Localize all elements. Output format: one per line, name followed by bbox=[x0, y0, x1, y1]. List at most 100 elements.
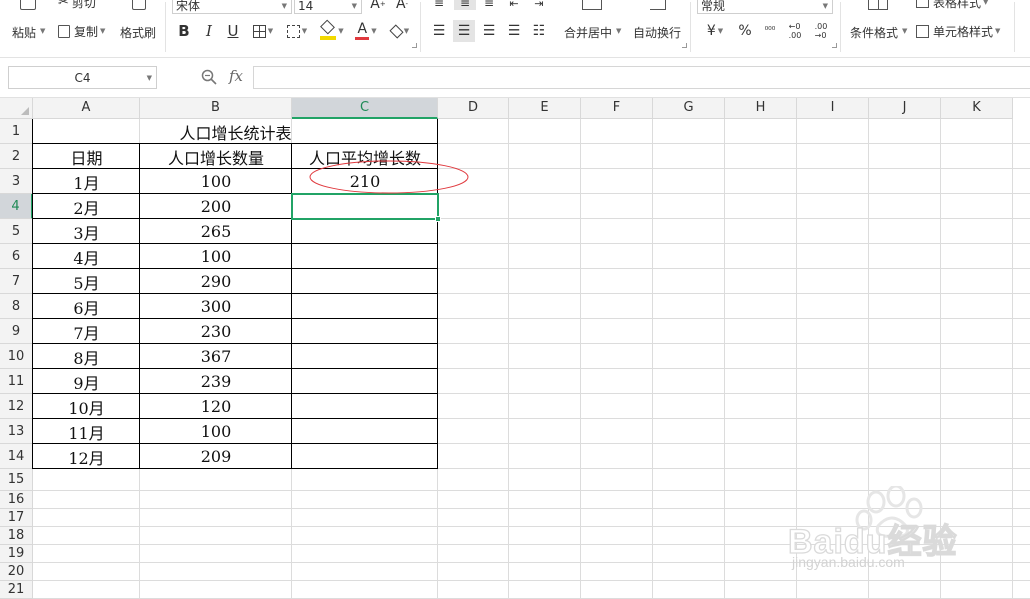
merge-center-label: 合并居中 bbox=[564, 26, 613, 40]
row-header-9[interactable]: 9 bbox=[0, 319, 33, 344]
align-bottom-button[interactable]: ≡ bbox=[480, 0, 498, 10]
row-header-7[interactable]: 7 bbox=[0, 269, 33, 294]
column-header-g[interactable]: G bbox=[653, 98, 725, 119]
table-style-button[interactable]: 表格样式 ▼ bbox=[916, 0, 988, 10]
name-box-dropdown-icon[interactable]: ▼ bbox=[147, 74, 152, 82]
cut-button[interactable]: ✂ 剪切 bbox=[58, 0, 96, 10]
number-group-launcher[interactable] bbox=[832, 43, 837, 48]
table-style-label: 表格样式 bbox=[933, 0, 982, 10]
font-name-select[interactable]: 宋体 ▼ bbox=[172, 0, 292, 14]
decrease-decimal-icon: .00 →0 bbox=[814, 22, 828, 40]
decrease-decimal-button[interactable]: .00 →0 bbox=[810, 20, 832, 42]
row-header-16[interactable]: 16 bbox=[0, 491, 33, 509]
row-header-13[interactable]: 13 bbox=[0, 419, 33, 444]
row-header-8[interactable]: 8 bbox=[0, 294, 33, 319]
cell-average bbox=[292, 269, 438, 294]
row-header-20[interactable]: 20 bbox=[0, 563, 33, 581]
row-header-12[interactable]: 12 bbox=[0, 394, 33, 419]
wrap-text-button[interactable]: 自动换行 bbox=[630, 0, 688, 52]
alignment-group-launcher[interactable] bbox=[682, 43, 687, 48]
formula-input[interactable] bbox=[253, 66, 1030, 89]
currency-icon: ¥ bbox=[706, 23, 716, 39]
align-center-button[interactable]: ☰ bbox=[453, 20, 475, 42]
align-right-button[interactable]: ☰ bbox=[480, 21, 498, 41]
row-header-4[interactable]: 4 bbox=[0, 194, 33, 219]
copy-dropdown-icon[interactable]: ▼ bbox=[100, 27, 105, 35]
align-middle-button[interactable]: ≡ bbox=[454, 0, 476, 10]
decrease-indent-button[interactable]: ⇤ bbox=[505, 0, 523, 10]
row-header-1[interactable]: 1 bbox=[0, 119, 33, 144]
underline-button[interactable]: U bbox=[225, 21, 241, 41]
fill-color-button[interactable]: ▼ bbox=[318, 19, 346, 42]
italic-button[interactable]: I bbox=[201, 21, 217, 41]
column-header-d[interactable]: D bbox=[438, 98, 509, 119]
column-header-b[interactable]: B bbox=[140, 98, 292, 119]
paste-dropdown-icon[interactable]: ▼ bbox=[40, 27, 45, 35]
copy-icon bbox=[58, 24, 70, 38]
increase-indent-button[interactable]: ⇥ bbox=[530, 0, 548, 10]
conditional-format-button[interactable]: 条件格式 ▼ bbox=[846, 0, 908, 52]
fill-handle[interactable] bbox=[435, 216, 441, 222]
align-left-button[interactable]: ☰ bbox=[430, 21, 448, 41]
align-top-button[interactable]: ≡ bbox=[430, 0, 448, 10]
number-format-select[interactable]: 常规 ▼ bbox=[697, 0, 833, 14]
row-header-19[interactable]: 19 bbox=[0, 545, 33, 563]
cell-style-button[interactable]: 单元格样式 ▼ bbox=[916, 22, 1000, 40]
column-header-e[interactable]: E bbox=[509, 98, 581, 119]
row-header-11[interactable]: 11 bbox=[0, 369, 33, 394]
percent-button[interactable]: % bbox=[736, 21, 754, 41]
row-header-2[interactable]: 2 bbox=[0, 144, 33, 169]
column-header-c[interactable]: C bbox=[292, 98, 438, 119]
paste-button[interactable]: 粘贴 ▼ bbox=[6, 0, 46, 52]
column-header-i[interactable]: I bbox=[797, 98, 869, 119]
row-header-17[interactable]: 17 bbox=[0, 509, 33, 527]
font-group-launcher[interactable] bbox=[412, 43, 417, 48]
font-size-select[interactable]: 14 ▼ bbox=[294, 0, 362, 14]
merge-center-button[interactable]: 合并居中 ▼ bbox=[560, 0, 624, 52]
column-header-a[interactable]: A bbox=[33, 98, 140, 119]
table-border-vertical bbox=[32, 119, 33, 469]
increase-decimal-button[interactable]: ←0.00 bbox=[784, 20, 806, 42]
row-header-5[interactable]: 5 bbox=[0, 219, 33, 244]
zoom-search-icon[interactable] bbox=[200, 68, 218, 86]
insert-function-button[interactable]: fx bbox=[229, 67, 243, 85]
row-header-10[interactable]: 10 bbox=[0, 344, 33, 369]
thousands-separator-button[interactable]: ⁰⁰⁰ bbox=[760, 21, 780, 41]
row-header-18[interactable]: 18 bbox=[0, 527, 33, 545]
baidu-watermark: Baidu经验 jingyan.baidu.com bbox=[787, 486, 978, 572]
font-color-icon: A bbox=[355, 22, 370, 40]
table-border-horizontal bbox=[33, 393, 438, 394]
spreadsheet-grid[interactable]: ABCDEFGHIJK 1 2 3 4 5 6 7 8 9 10 11 12 13 14 15 16 17 18 1… bbox=[0, 98, 1030, 599]
cell-month: 11月 bbox=[68, 423, 105, 443]
font-color-button[interactable]: A ▼ bbox=[352, 20, 380, 42]
borders-button[interactable]: ▼ bbox=[250, 22, 276, 40]
column-header-k[interactable]: K bbox=[941, 98, 1013, 119]
row-header-21[interactable]: 21 bbox=[0, 581, 33, 599]
row-header-14[interactable]: 14 bbox=[0, 444, 33, 469]
copy-button[interactable]: 复制 ▼ bbox=[58, 22, 105, 40]
cell-count: 200 bbox=[200, 197, 232, 216]
cell-average bbox=[292, 369, 438, 394]
row-header-3[interactable]: 3 bbox=[0, 169, 33, 194]
fill-pattern-button[interactable]: ▼ bbox=[284, 22, 310, 40]
increase-font-button[interactable]: A + bbox=[370, 0, 386, 12]
table-border-horizontal bbox=[33, 318, 438, 319]
name-box-value: C4 bbox=[74, 70, 91, 85]
row-header-6[interactable]: 6 bbox=[0, 244, 33, 269]
clear-format-button[interactable]: ▼ bbox=[386, 20, 414, 42]
bold-button[interactable]: B bbox=[176, 21, 192, 41]
justify-button[interactable]: ☰ bbox=[505, 21, 523, 41]
column-header-j[interactable]: J bbox=[869, 98, 941, 119]
decrease-font-button[interactable]: A- bbox=[394, 0, 410, 12]
distributed-button[interactable]: ☷ bbox=[530, 21, 548, 41]
format-painter-button[interactable]: 格式刷 bbox=[118, 0, 160, 52]
cell-average bbox=[292, 294, 438, 319]
row-header-15[interactable]: 15 bbox=[0, 469, 33, 491]
cell-month: 5月 bbox=[73, 273, 100, 293]
column-header-f[interactable]: F bbox=[581, 98, 653, 119]
fill-color-swatch bbox=[320, 36, 337, 40]
name-box[interactable]: C4 ▼ bbox=[8, 66, 157, 89]
currency-button[interactable]: ¥ ▼ bbox=[702, 21, 728, 41]
select-all-corner[interactable] bbox=[0, 98, 33, 119]
column-header-h[interactable]: H bbox=[725, 98, 797, 119]
